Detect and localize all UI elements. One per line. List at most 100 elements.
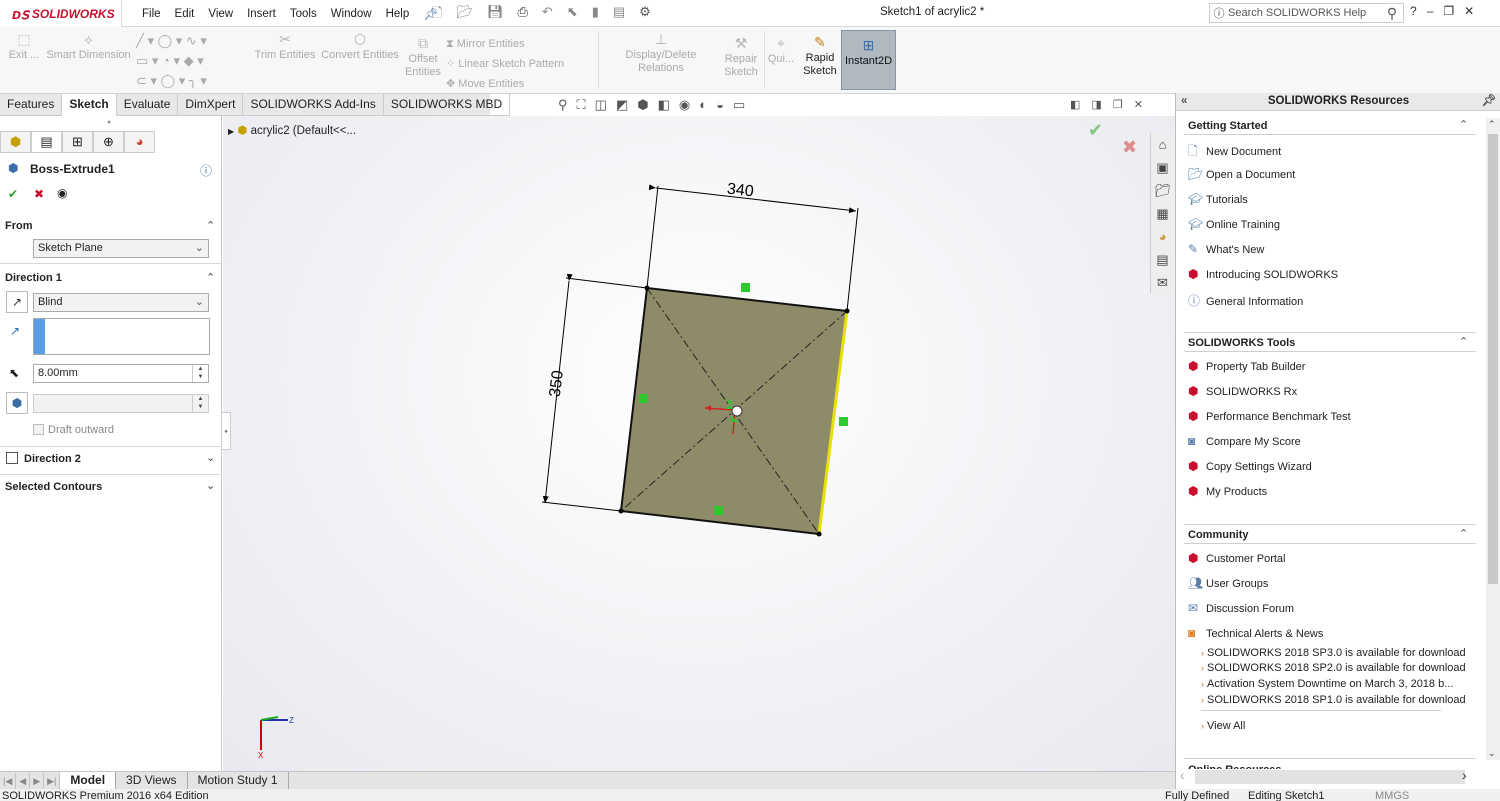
file-properties-icon[interactable]: ▤: [613, 4, 625, 26]
depth-spinner[interactable]: ▲ ▼: [192, 365, 208, 382]
getting-started-header[interactable]: Getting Started: [1188, 120, 1267, 132]
forum-icon[interactable]: ✉: [1151, 271, 1174, 294]
direction1-collapse-icon[interactable]: ⌃: [206, 271, 215, 284]
resource-introducing[interactable]: ⬢ Introducing SOLIDWORKS: [1188, 267, 1338, 281]
reverse-direction-icon[interactable]: ↗: [6, 291, 28, 313]
resource-new-document[interactable]: 🗋 New Document: [1188, 142, 1281, 163]
property-manager-tab-icon[interactable]: ▤: [31, 131, 62, 153]
tools-collapse-icon[interactable]: ⌃: [1459, 335, 1468, 348]
close-button[interactable]: ✕: [1464, 4, 1474, 18]
direction2-section-header[interactable]: Direction 2: [24, 453, 81, 465]
menu-view[interactable]: View: [208, 8, 233, 20]
cancel-x-icon[interactable]: ✖: [34, 187, 44, 201]
relation-vertical-top[interactable]: [741, 283, 750, 292]
menu-tools[interactable]: Tools: [290, 8, 317, 20]
dimension-width-label[interactable]: 340: [726, 181, 755, 201]
relation-vertical-bottom[interactable]: [714, 506, 723, 515]
tab-3d-views[interactable]: 3D Views: [116, 772, 188, 789]
direction2-expand-icon[interactable]: ⌄: [206, 451, 215, 464]
from-section-header[interactable]: From: [5, 220, 33, 232]
display-delete-relations-button[interactable]: ⊥ Display/Delete Relations: [602, 32, 720, 75]
new-icon[interactable]: 🗋: [432, 4, 442, 26]
tab-dimxpert[interactable]: DimXpert: [178, 94, 244, 116]
resources-horizontal-scrollbar[interactable]: [1195, 770, 1465, 784]
community-tech-alerts[interactable]: ◙ Technical Alerts & News: [1188, 626, 1323, 640]
ok-check-icon[interactable]: ✔: [8, 187, 18, 201]
prev-tab-icon[interactable]: ◀: [16, 772, 31, 789]
resource-general-info[interactable]: ⓘ General Information: [1188, 292, 1303, 309]
tab-sketch[interactable]: Sketch: [62, 94, 117, 116]
selected-contours-header[interactable]: Selected Contours: [5, 481, 102, 493]
getting-started-collapse-icon[interactable]: ⌃: [1459, 118, 1468, 131]
move-entities-button[interactable]: ✥ Move Entities: [446, 74, 596, 94]
edit-appearance-icon[interactable]: ◐: [699, 97, 707, 113]
exit-sketch-button[interactable]: ⬚ Exit ...: [8, 32, 40, 62]
pin-pane-icon[interactable]: 📌︎: [1481, 93, 1496, 110]
end-condition-select[interactable]: Blind ⌄: [33, 293, 209, 312]
community-discussion-forum[interactable]: ✉ Discussion Forum: [1188, 601, 1294, 615]
resource-open-document[interactable]: 📂︎ Open a Document: [1188, 167, 1295, 181]
rectangle-icon[interactable]: ▭ ▾ ◔ ▾ ◆ ▾: [136, 51, 231, 71]
design-library-icon[interactable]: ▣: [1151, 156, 1174, 179]
direction1-section-header[interactable]: Direction 1: [5, 272, 62, 284]
zoom-to-area-icon[interactable]: ⛶: [577, 97, 586, 113]
tool-property-tab-builder[interactable]: ⬢ Property Tab Builder: [1188, 359, 1305, 373]
depth-input[interactable]: 8.00mm ▲ ▼: [33, 364, 209, 383]
resources-vertical-scrollbar[interactable]: ⌃ ⌄: [1486, 118, 1500, 760]
direction2-checkbox[interactable]: [6, 452, 18, 464]
view-all-link[interactable]: › View All: [1201, 720, 1245, 732]
news-item[interactable]: › SOLIDWORKS 2018 SP2.0 is available for …: [1201, 662, 1466, 674]
draft-outward-checkbox[interactable]: [33, 424, 44, 435]
tab-motion-study[interactable]: Motion Study 1: [188, 772, 289, 789]
relation-horizontal-right[interactable]: [839, 417, 848, 426]
solidworks-tools-header[interactable]: SOLIDWORKS Tools: [1188, 337, 1295, 349]
minimize-button[interactable]: –: [1427, 4, 1434, 18]
scroll-down-icon[interactable]: ⌄: [1488, 748, 1496, 759]
viewport-close-icon[interactable]: ✕: [1134, 98, 1143, 111]
dimension-height-label[interactable]: 350: [547, 369, 567, 398]
line-icon[interactable]: ╱ ▾ ◯ ▾ ∿ ▾: [136, 31, 231, 51]
tab-evaluate[interactable]: Evaluate: [116, 94, 179, 116]
resource-whats-new[interactable]: ✎ What's New: [1188, 242, 1264, 256]
tab-model[interactable]: Model: [60, 772, 117, 789]
community-user-groups[interactable]: 👥︎ User Groups: [1188, 576, 1268, 590]
apply-scene-icon[interactable]: ◒: [716, 97, 724, 113]
tool-my-products[interactable]: ⬢ My Products: [1188, 484, 1267, 498]
help-search[interactable]: ⓘ Search SOLIDWORKS Help ⚲: [1209, 3, 1404, 23]
view-settings-icon[interactable]: ▭: [733, 97, 745, 113]
tool-benchmark[interactable]: ⬢ Performance Benchmark Test: [1188, 409, 1351, 423]
linear-pattern-button[interactable]: ⁘ Linear Sketch Pattern: [446, 54, 596, 74]
scroll-thumb[interactable]: [1488, 134, 1498, 584]
quick-snaps-button[interactable]: ⌖ Qui...: [766, 36, 796, 66]
configuration-manager-tab-icon[interactable]: ⊞: [62, 131, 93, 153]
display-style-icon[interactable]: ◧: [658, 97, 670, 113]
custom-properties-icon[interactable]: ▤: [1151, 248, 1174, 271]
view-orientation-icon[interactable]: ⬢: [637, 97, 648, 113]
rapid-sketch-button[interactable]: ✎ Rapid Sketch: [800, 35, 840, 96]
units-status[interactable]: MMGS: [1375, 789, 1409, 801]
trim-entities-button[interactable]: ✂ Trim Entities: [254, 32, 316, 62]
display-manager-tab-icon[interactable]: ◕: [124, 131, 155, 153]
slot-icon[interactable]: ⊂ ▾ ◯ ▾ ╮ ▾: [136, 71, 231, 91]
search-icon[interactable]: ⚲: [1381, 5, 1403, 22]
tab-addins[interactable]: SOLIDWORKS Add-Ins: [243, 94, 384, 116]
from-select[interactable]: Sketch Plane ⌄: [33, 239, 209, 258]
tool-copy-settings[interactable]: ⬢ Copy Settings Wizard: [1188, 459, 1312, 473]
preview-eye-icon[interactable]: ◉: [57, 186, 67, 200]
previous-view-icon[interactable]: ◫: [595, 97, 607, 113]
menu-insert[interactable]: Insert: [247, 8, 276, 20]
options-gear-icon[interactable]: ⚙: [639, 4, 651, 26]
next-tab-icon[interactable]: ▶: [30, 772, 45, 789]
tool-compare-score[interactable]: ◙ Compare My Score: [1188, 434, 1301, 448]
panel-splitter-handle[interactable]: ●: [221, 412, 231, 450]
help-menu-button[interactable]: ?: [1410, 4, 1417, 18]
help-icon[interactable]: ⓘ: [200, 162, 212, 179]
dimxpert-manager-tab-icon[interactable]: ⊕: [93, 131, 124, 153]
solidworks-logo[interactable]: ᴅꜱ SOLIDWORKS: [0, 0, 122, 27]
viewport-restore-icon[interactable]: ❐: [1113, 98, 1123, 111]
restore-button[interactable]: ❐: [1443, 4, 1454, 18]
save-icon[interactable]: 💾︎: [487, 4, 504, 26]
direction-selection-box[interactable]: [33, 318, 210, 355]
from-collapse-icon[interactable]: ⌃: [206, 219, 215, 232]
select-icon[interactable]: ⬉: [567, 4, 578, 26]
